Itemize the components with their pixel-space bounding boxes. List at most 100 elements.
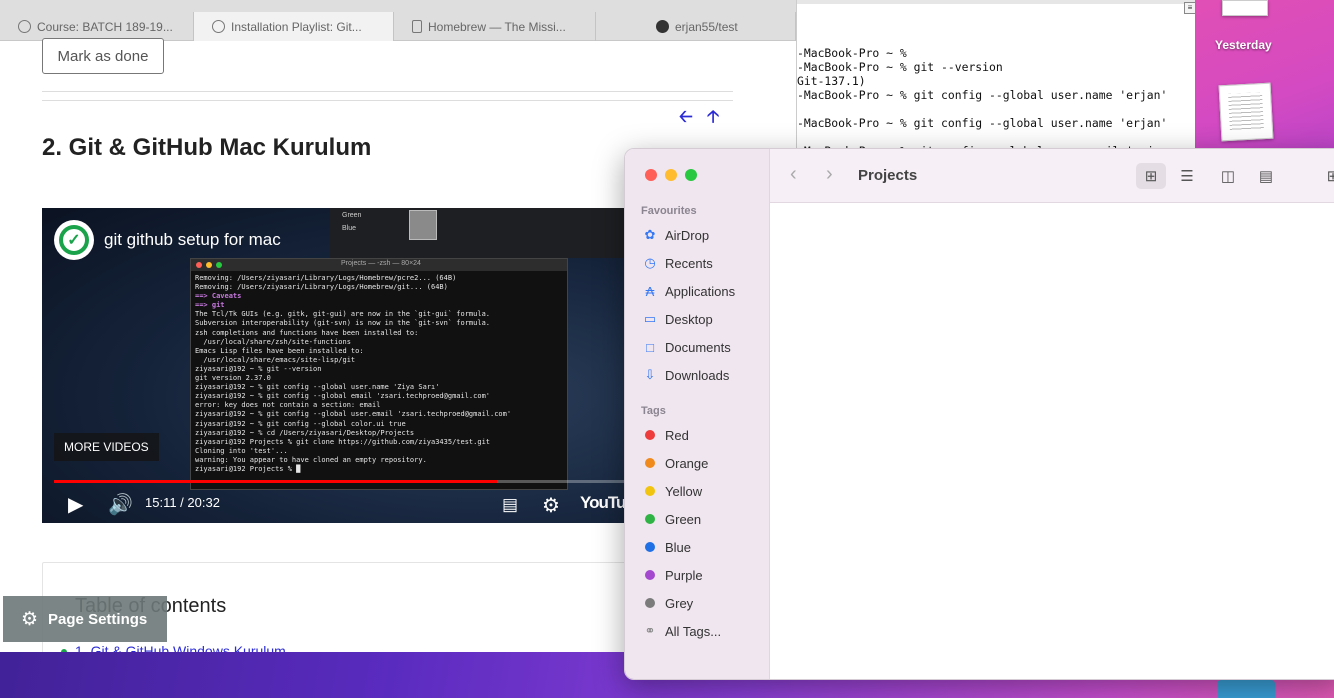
- desktop-file-thumbnail[interactable]: [1218, 82, 1274, 142]
- tab-installation-playlist[interactable]: Installation Playlist: Git...: [194, 12, 394, 41]
- tab-label: erjan55/test: [675, 19, 738, 34]
- video-terminal-line: ==> Caveats: [195, 292, 242, 301]
- video-terminal-line: ==> git: [195, 301, 225, 310]
- green-tag-icon: [645, 514, 655, 524]
- sidebar-item-label: Red: [665, 427, 689, 443]
- video-terminal-title: Projects — -zsh — 80×24: [341, 260, 421, 267]
- terminal-line: -MacBook-Pro ~ % git --version: [797, 60, 1003, 74]
- volume-icon[interactable]: 🔊: [108, 492, 133, 517]
- icon-view-icon[interactable]: ⊞: [1136, 163, 1166, 189]
- scroll-lines-icon[interactable]: ≡: [1184, 2, 1195, 14]
- tags-icon: ⚭: [644, 623, 656, 638]
- zoom-button-icon[interactable]: [685, 169, 697, 181]
- airdrop-icon: ✿: [644, 227, 656, 242]
- video-terminal-line: Removing: /Users/ziyasari/Library/Logs/H…: [195, 274, 457, 282]
- video-time: 15:11 / 20:32: [145, 495, 220, 510]
- tab-label: Homebrew — The Missi...: [428, 19, 566, 34]
- gallery-view-icon[interactable]: ▤: [1251, 163, 1281, 189]
- terminal-line: -MacBook-Pro ~ % git config --global use…: [797, 116, 1168, 130]
- toc-item-label[interactable]: 1. Git & GitHub Windows Kurulum: [75, 643, 286, 652]
- video-player[interactable]: Green Blue ✓ git github setup for mac Pr…: [42, 208, 662, 523]
- back-chevron-icon[interactable]: ‹: [790, 163, 797, 186]
- mark-as-done-button[interactable]: Mark as done: [42, 38, 164, 74]
- play-icon[interactable]: ▶: [68, 492, 83, 517]
- desktop-label[interactable]: Yesterday: [1215, 38, 1272, 52]
- column-view-icon[interactable]: ◫: [1213, 163, 1243, 189]
- video-terminal-line: Emacs Lisp files have been installed to:: [195, 346, 364, 355]
- video-thumbnail-icon: [409, 210, 437, 240]
- video-terminal-line: git version 2.37.0: [195, 374, 271, 383]
- sidebar-item-label: Documents: [665, 339, 731, 355]
- desktop-icon: ▭: [643, 311, 657, 326]
- close-dot-icon: [196, 262, 202, 268]
- sidebar-item-airdrop[interactable]: ✿ AirDrop: [643, 224, 710, 246]
- arrow-up-icon[interactable]: 🡡: [707, 104, 719, 133]
- sidebar-all-tags[interactable]: ⚭ All Tags...: [643, 620, 722, 642]
- sidebar-item-applications[interactable]: ₳ Applications: [643, 280, 735, 302]
- dock-icon[interactable]: [1217, 680, 1275, 698]
- page-settings-button[interactable]: ⚙ Page Settings: [3, 596, 167, 642]
- tab-homebrew[interactable]: Homebrew — The Missi...: [394, 12, 596, 41]
- terminal-window[interactable]: ≡ -MacBook-Pro ~ % -MacBook-Pro ~ % git …: [796, 0, 1195, 152]
- finder-toolbar: ‹ › Projects ⊞ ☰ ◫ ▤ ⊞: [770, 149, 1334, 203]
- check-circle-icon: [212, 20, 225, 33]
- tab-course[interactable]: Course: BATCH 189-19...: [0, 12, 194, 41]
- more-videos-button[interactable]: MORE VIDEOS: [54, 433, 159, 461]
- video-legend-green: Green: [342, 212, 362, 219]
- video-title[interactable]: git github setup for mac: [104, 230, 281, 250]
- video-legend-blue: Blue: [342, 225, 357, 232]
- sidebar-tag-purple[interactable]: Purple: [643, 564, 703, 586]
- video-terminal-line: ziyasari@192 Projects % █: [195, 464, 301, 473]
- video-terminal-titlebar: Projects — -zsh — 80×24: [191, 259, 567, 271]
- channel-logo[interactable]: ✓: [54, 220, 94, 260]
- list-view-icon[interactable]: ☰: [1172, 163, 1202, 189]
- tab-github[interactable]: erjan55/test: [596, 12, 796, 41]
- page-settings-label: Page Settings: [48, 610, 148, 628]
- sidebar-item-label: Orange: [665, 455, 709, 471]
- maximize-dot-icon: [216, 262, 222, 268]
- desktop-file-top[interactable]: [1222, 0, 1268, 16]
- sidebar-item-downloads[interactable]: ⇩ Downloads: [643, 364, 730, 386]
- grey-tag-icon: [645, 598, 655, 608]
- sidebar-item-recents[interactable]: ◷ Recents: [643, 252, 712, 274]
- video-progress-bar[interactable]: [54, 480, 654, 483]
- subtitles-icon[interactable]: ▤: [502, 495, 518, 515]
- sidebar-item-desktop[interactable]: ▭ Desktop: [643, 308, 713, 330]
- check-icon: ✓: [59, 225, 89, 255]
- sidebar-tag-blue[interactable]: Blue: [643, 536, 691, 558]
- purple-tag-icon: [645, 570, 655, 580]
- finder-window: Favourites ✿ AirDrop ◷ Recents ₳ Applicatio…: [624, 148, 1334, 680]
- terminal-line: -MacBook-Pro ~ % git config --global use…: [797, 88, 1168, 102]
- close-button-icon[interactable]: [645, 169, 657, 181]
- terminal-line: -MacBook-Pro ~ %: [797, 46, 907, 60]
- finder-content[interactable]: ‹ › Projects ⊞ ☰ ◫ ▤ ⊞: [769, 149, 1334, 679]
- sidebar-tag-orange[interactable]: Orange: [643, 452, 708, 474]
- terminal-line: Git-137.1): [797, 74, 866, 88]
- video-terminal-line: ziyasari@192 ~ % git config --global use…: [195, 383, 440, 392]
- github-icon: [656, 20, 669, 33]
- sidebar-item-label: AirDrop: [665, 227, 710, 243]
- settings-gear-icon[interactable]: ⚙: [542, 493, 560, 518]
- check-circle-icon: [18, 20, 31, 33]
- sidebar-tag-green[interactable]: Green: [643, 508, 701, 530]
- video-terminal-line: ziyasari@192 ~ % git config --global col…: [195, 419, 406, 428]
- minimize-dot-icon: [206, 262, 212, 268]
- video-terminal-line: ziyasari@192 ~ % cd /Users/ziyasari/Desk…: [195, 428, 415, 437]
- sidebar-tag-grey[interactable]: Grey: [643, 592, 693, 614]
- video-terminal-line: ziyasari@192 Projects % git clone https:…: [195, 437, 491, 446]
- forward-chevron-icon[interactable]: ›: [826, 163, 833, 186]
- video-terminal-line: Cloning into 'test'...: [195, 446, 288, 455]
- minimize-button-icon[interactable]: [665, 169, 677, 181]
- video-terminal: Projects — -zsh — 80×24 Removing: /Users…: [190, 258, 568, 490]
- toc-item[interactable]: 1. Git & GitHub Windows Kurulum: [61, 643, 286, 652]
- red-tag-icon: [645, 430, 655, 440]
- sidebar-item-documents[interactable]: □ Documents: [643, 336, 731, 358]
- video-terminal-line: /usr/local/share/emacs/site-lisp/git: [195, 355, 356, 364]
- sidebar-item-label: Blue: [665, 539, 692, 555]
- group-icon[interactable]: ⊞: [1318, 163, 1334, 189]
- sidebar-item-label: Green: [665, 511, 702, 527]
- sidebar-tag-yellow[interactable]: Yellow: [643, 480, 702, 502]
- divider: [42, 91, 733, 92]
- sidebar-tag-red[interactable]: Red: [643, 424, 689, 446]
- arrow-left-icon[interactable]: 🡠: [679, 104, 693, 133]
